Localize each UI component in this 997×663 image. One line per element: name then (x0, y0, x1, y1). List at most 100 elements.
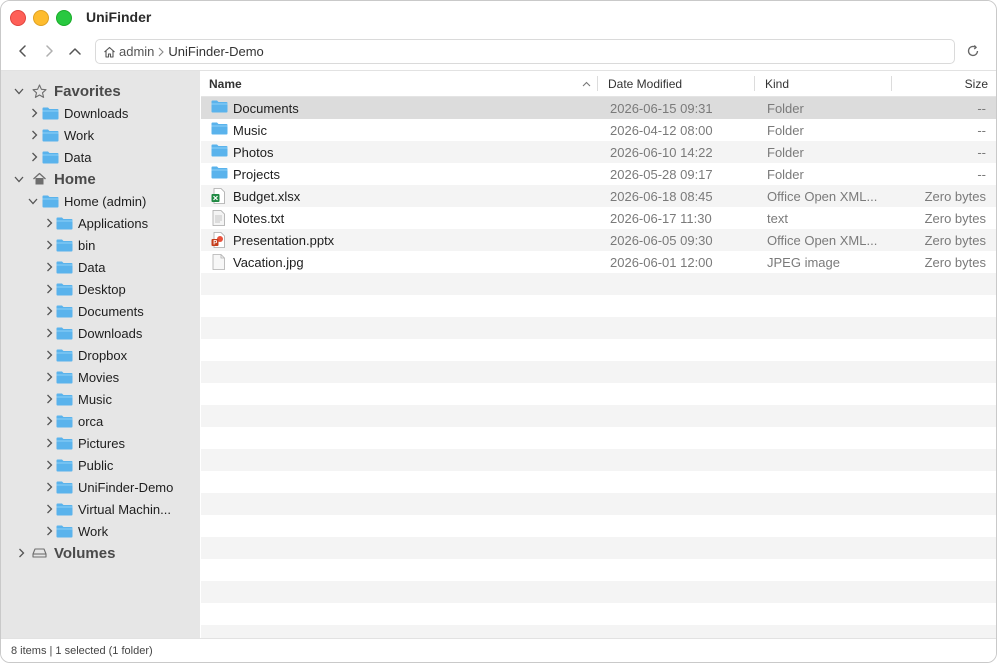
sidebar-item-label: UniFinder-Demo (78, 479, 174, 495)
sidebar-item-home-child[interactable]: UniFinder-Demo (1, 476, 200, 498)
chevron-right-icon[interactable] (44, 328, 54, 338)
file-row[interactable]: P Presentation.pptx 2026-06-05 09:30 Office… (201, 229, 996, 251)
drive-icon (32, 547, 47, 559)
sidebar-item-home-child[interactable]: Documents (1, 300, 200, 322)
file-date-modified: 2026-04-12 08:00 (610, 123, 713, 138)
forward-button[interactable] (40, 42, 58, 60)
chevron-down-icon[interactable] (28, 196, 38, 206)
sidebar-section-favorites[interactable]: Favorites (1, 80, 200, 102)
sidebar-item-label: Movies (78, 369, 120, 385)
chevron-right-icon[interactable] (44, 438, 54, 448)
sidebar-item-label: Home (admin) (64, 193, 147, 209)
chevron-right-icon[interactable] (44, 394, 54, 404)
column-header-kind[interactable]: Kind (765, 77, 789, 91)
breadcrumb-admin[interactable]: admin (119, 44, 154, 59)
column-header-size[interactable]: Size (965, 77, 988, 91)
sort-chevron-up-icon[interactable] (582, 76, 591, 90)
sidebar-item-label: Music (78, 391, 112, 407)
folder-icon (56, 305, 73, 318)
sidebar-item-home-child[interactable]: Movies (1, 366, 200, 388)
file-row[interactable]: Notes.txt 2026-06-17 11:30 text Zero bytes (201, 207, 996, 229)
file-date-modified: 2026-06-05 09:30 (610, 233, 713, 248)
file-row[interactable]: Documents 2026-06-15 09:31 Folder -- (201, 97, 996, 119)
file-size: Zero bytes (924, 189, 986, 204)
chevron-right-icon[interactable] (44, 482, 54, 492)
sidebar-item-home-child[interactable]: Music (1, 388, 200, 410)
column-header-date[interactable]: Date Modified (608, 77, 682, 91)
sidebar-item-home-child[interactable]: Public (1, 454, 200, 476)
column-divider[interactable] (597, 76, 598, 91)
up-folder-button[interactable] (66, 42, 84, 60)
excel-file-icon (211, 188, 226, 207)
chevron-right-icon[interactable] (44, 350, 54, 360)
folder-icon (56, 437, 73, 450)
sidebar-item-favorites-work[interactable]: Work (1, 124, 200, 146)
chevron-down-icon[interactable] (14, 174, 24, 184)
sidebar-item-home-child[interactable]: Data (1, 256, 200, 278)
column-divider[interactable] (891, 76, 892, 91)
chevron-right-icon[interactable] (16, 548, 26, 558)
folder-icon (211, 122, 228, 138)
sidebar-item-label: Documents (78, 303, 144, 319)
column-header-name[interactable]: Name (209, 77, 242, 91)
empty-row (201, 603, 996, 625)
chevron-right-icon[interactable] (44, 284, 54, 294)
folder-icon (211, 144, 228, 160)
breadcrumb-separator-icon (158, 47, 165, 57)
file-row[interactable]: Photos 2026-06-10 14:22 Folder -- (201, 141, 996, 163)
file-size: -- (977, 101, 986, 116)
sidebar-item-home-child[interactable]: Work (1, 520, 200, 542)
sidebar-item-home-child[interactable]: Pictures (1, 432, 200, 454)
breadcrumb-current[interactable]: UniFinder-Demo (168, 44, 263, 59)
chevron-right-icon[interactable] (29, 108, 39, 118)
sidebar-item-home-child[interactable]: Applications (1, 212, 200, 234)
sidebar: Favorites Downloads Work Data Home Home … (1, 71, 200, 638)
chevron-right-icon[interactable] (44, 306, 54, 316)
chevron-right-icon[interactable] (44, 460, 54, 470)
minimize-window-button[interactable] (33, 10, 49, 26)
empty-row (201, 559, 996, 581)
sidebar-section-volumes[interactable]: Volumes (1, 542, 200, 564)
sidebar-item-favorites-data[interactable]: Data (1, 146, 200, 168)
chevron-left-icon (19, 45, 26, 57)
chevron-right-icon[interactable] (29, 130, 39, 140)
sidebar-item-home-child[interactable]: orca (1, 410, 200, 432)
refresh-button[interactable] (964, 42, 982, 60)
chevron-right-icon[interactable] (44, 240, 54, 250)
sidebar-item-label: Work (78, 523, 109, 539)
folder-icon (56, 393, 73, 406)
sidebar-item-home-child[interactable]: Dropbox (1, 344, 200, 366)
file-size: Zero bytes (924, 255, 986, 270)
empty-row (201, 581, 996, 603)
sidebar-item-home-child[interactable]: bin (1, 234, 200, 256)
chevron-right-icon[interactable] (29, 152, 39, 162)
chevron-right-icon[interactable] (44, 526, 54, 536)
chevron-right-icon[interactable] (44, 218, 54, 228)
sidebar-item-label: Downloads (78, 325, 143, 341)
file-row[interactable]: Budget.xlsx 2026-06-18 08:45 Office Open X… (201, 185, 996, 207)
chevron-right-icon[interactable] (44, 372, 54, 382)
sidebar-section-home[interactable]: Home (1, 168, 200, 190)
chevron-right-icon[interactable] (44, 416, 54, 426)
folder-icon (42, 151, 59, 164)
back-button[interactable] (14, 42, 32, 60)
column-divider[interactable] (754, 76, 755, 91)
sidebar-item-home-child[interactable]: Downloads (1, 322, 200, 344)
sidebar-item-favorites-downloads[interactable]: Downloads (1, 102, 200, 124)
path-bar[interactable]: admin UniFinder-Demo (95, 39, 955, 64)
chevron-down-icon[interactable] (14, 86, 24, 96)
chevron-right-icon[interactable] (44, 504, 54, 514)
file-kind: Office Open XML... (767, 189, 878, 204)
sidebar-item-home-child[interactable]: Desktop (1, 278, 200, 300)
file-row[interactable]: Vacation.jpg 2026-06-01 12:00 JPEG image Ze… (201, 251, 996, 273)
file-name: Budget.xlsx (233, 189, 301, 204)
file-row[interactable]: Projects 2026-05-28 09:17 Folder -- (201, 163, 996, 185)
sidebar-item-home-child[interactable]: Virtual Machin... (1, 498, 200, 520)
chevron-right-icon[interactable] (44, 262, 54, 272)
file-name: Documents (233, 101, 299, 116)
status-bar: 8 items | 1 selected (1 folder) (1, 638, 996, 662)
sidebar-item-home-admin[interactable]: Home (admin) (1, 190, 200, 212)
maximize-window-button[interactable] (56, 10, 72, 26)
close-window-button[interactable] (10, 10, 26, 26)
file-row[interactable]: Music 2026-04-12 08:00 Folder -- (201, 119, 996, 141)
